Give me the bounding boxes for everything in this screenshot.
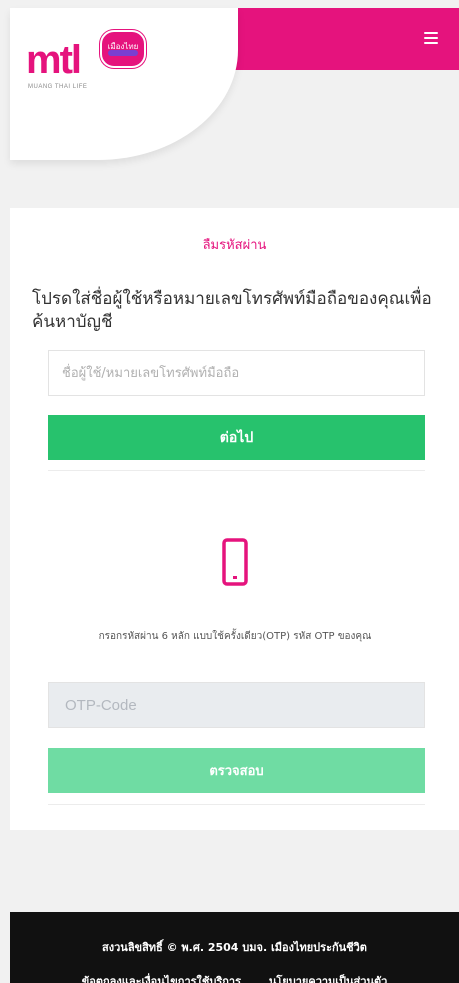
verify-otp-button[interactable]: ตรวจสอบ (48, 748, 425, 793)
logo-badge-stripe (108, 50, 138, 56)
logo-wordmark: mtl (26, 38, 82, 82)
footer: สงวนลิขสิทธิ์ © พ.ศ. 2504 บมจ. เมืองไทยป… (10, 912, 459, 983)
logo-badge-icon: เมืองไทย (100, 30, 146, 68)
footer-copyright: สงวนลิขสิทธิ์ © พ.ศ. 2504 บมจ. เมืองไทยป… (102, 941, 367, 954)
footer-links: ข้อตกลงและเงื่อนไขการใช้บริการ นโยบายควา… (10, 972, 459, 983)
forgot-password-instruction: โปรดใส่ชื่อผู้ใช้หรือหมายเลขโทรศัพท์มือถ… (32, 289, 432, 332)
forgot-password-title: ลืมรหัสผ่าน (202, 238, 267, 253)
logo-subtitle: MUANG THAI LIFE (28, 84, 88, 90)
mobile-phone-icon (222, 538, 248, 586)
otp-description: กรอกรหัสผ่าน 6 หลัก แบบใช้ครั้งเดียว(OTP… (98, 631, 372, 642)
mtl-logo[interactable]: mtl เมืองไทย MUANG THAI LIFE (26, 30, 166, 100)
next-button[interactable]: ต่อไป (48, 415, 425, 460)
section-divider (48, 470, 425, 471)
privacy-link[interactable]: นโยบายความเป็นส่วนตัว (269, 975, 387, 983)
section-divider (48, 804, 425, 805)
username-phone-input[interactable] (48, 350, 425, 396)
otp-code-input[interactable] (48, 682, 425, 728)
forgot-password-card: ลืมรหัสผ่าน โปรดใส่ชื่อผู้ใช้หรือหมายเลข… (10, 208, 459, 830)
hamburger-menu-icon[interactable] (424, 32, 438, 44)
terms-link[interactable]: ข้อตกลงและเงื่อนไขการใช้บริการ (82, 975, 241, 983)
